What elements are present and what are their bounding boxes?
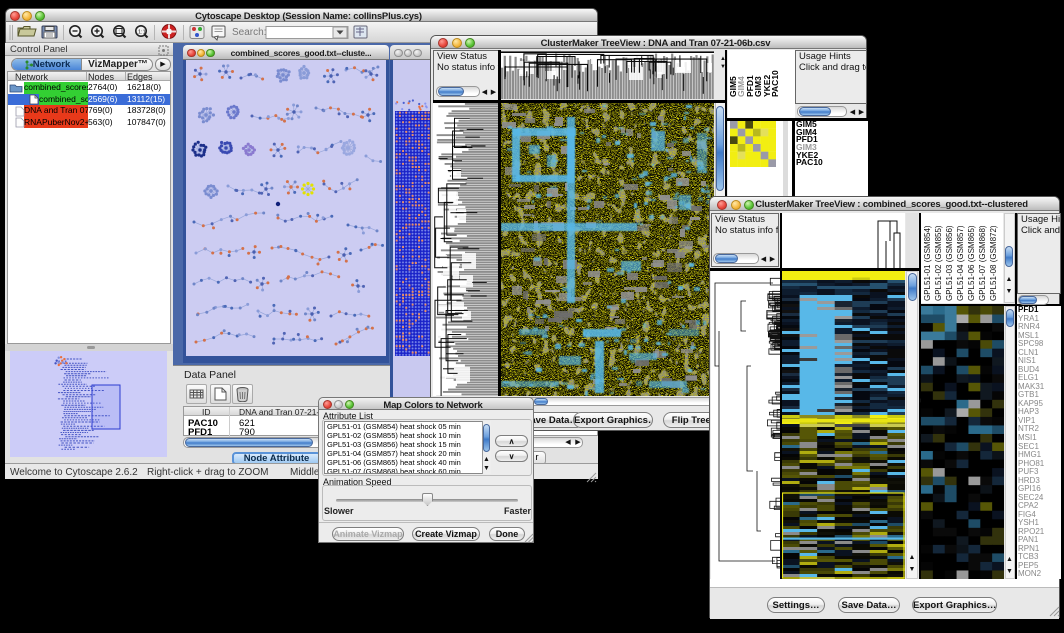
svg-text:1:1: 1:1: [138, 30, 146, 36]
svg-text:Search:: Search:: [232, 27, 266, 38]
